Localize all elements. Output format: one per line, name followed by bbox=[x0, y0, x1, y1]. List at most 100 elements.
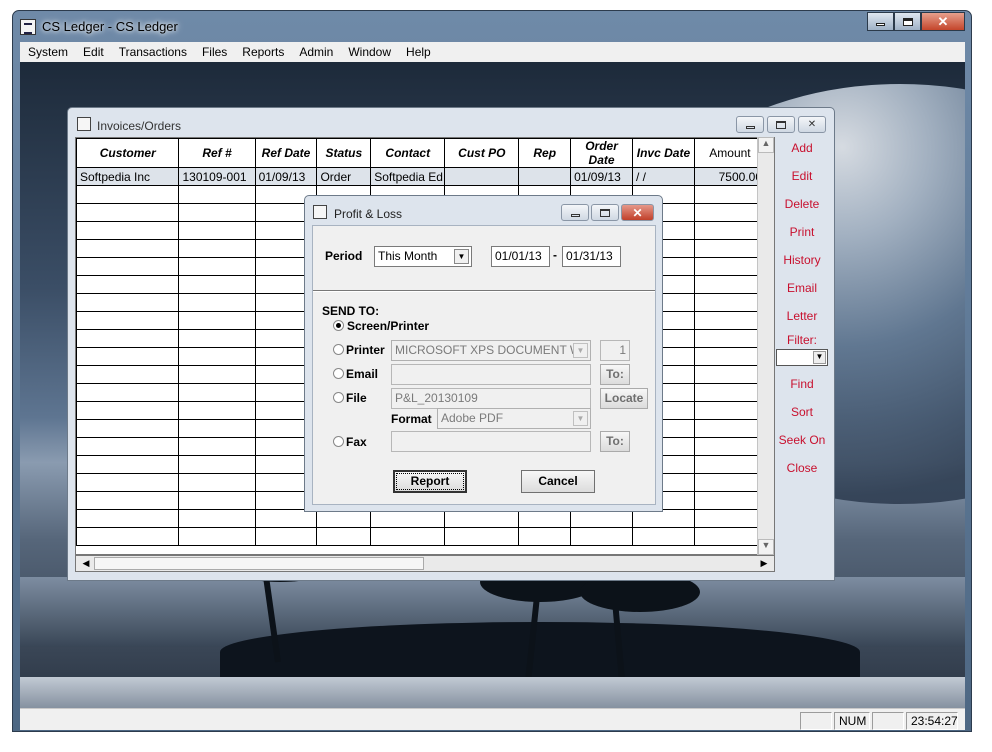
menu-window[interactable]: Window bbox=[340, 42, 398, 62]
menu-system[interactable]: System bbox=[20, 42, 75, 62]
table-cell bbox=[178, 347, 256, 366]
table-cell bbox=[518, 527, 572, 546]
column-header-invc-date[interactable]: Invc Date bbox=[632, 138, 695, 168]
seek-on-button[interactable]: Seek On bbox=[774, 433, 830, 447]
delete-button[interactable]: Delete bbox=[774, 197, 830, 211]
scroll-down-icon[interactable]: ▼ bbox=[758, 539, 774, 555]
filter-select[interactable]: ▼ bbox=[776, 349, 828, 366]
period-label: Period bbox=[325, 249, 363, 263]
table-cell bbox=[370, 509, 446, 528]
menu-files[interactable]: Files bbox=[194, 42, 234, 62]
dialog-titlebar[interactable]: Profit & Loss ✕ bbox=[305, 196, 662, 226]
table-cell bbox=[632, 527, 695, 546]
close-button[interactable]: ✕ bbox=[921, 12, 965, 31]
table-cell bbox=[76, 329, 180, 348]
table-row[interactable] bbox=[76, 509, 767, 528]
fax-to-button[interactable]: To: bbox=[600, 431, 630, 452]
email-input[interactable] bbox=[391, 364, 591, 385]
menu-transactions[interactable]: Transactions bbox=[111, 42, 194, 62]
history-button[interactable]: History bbox=[774, 253, 830, 267]
table-cell bbox=[76, 257, 180, 276]
table-cell bbox=[178, 239, 256, 258]
menu-edit[interactable]: Edit bbox=[75, 42, 111, 62]
column-header-rep[interactable]: Rep bbox=[518, 138, 572, 168]
menu-help[interactable]: Help bbox=[398, 42, 438, 62]
column-header-order-date[interactable]: Order Date bbox=[570, 138, 633, 168]
column-header-amount[interactable]: Amount bbox=[693, 138, 767, 168]
printer-radio[interactable] bbox=[333, 344, 344, 355]
period-select[interactable]: This Month ▼ bbox=[374, 246, 472, 267]
printer-select[interactable]: MICROSOFT XPS DOCUMENT W ▼ bbox=[391, 340, 591, 361]
find-button[interactable]: Find bbox=[774, 377, 830, 391]
dialog-minimize-button[interactable] bbox=[561, 204, 589, 221]
close-window-button[interactable]: Close bbox=[774, 461, 830, 475]
table-cell bbox=[76, 221, 180, 240]
copies-input[interactable]: 1 bbox=[600, 340, 630, 361]
invoices-maximize-button[interactable] bbox=[767, 116, 795, 133]
scroll-left-icon[interactable]: ◀ bbox=[78, 556, 94, 571]
file-radio[interactable] bbox=[333, 392, 344, 403]
date-from-input[interactable]: 01/01/13 bbox=[491, 246, 550, 267]
table-cell bbox=[76, 275, 180, 294]
fax-label: Fax bbox=[346, 435, 367, 449]
vertical-scrollbar[interactable]: ▲ ▼ bbox=[757, 137, 774, 555]
column-header-ref[interactable]: Ref # bbox=[178, 138, 256, 168]
maximize-icon bbox=[776, 120, 786, 129]
add-button[interactable]: Add bbox=[774, 141, 830, 155]
column-header-ref-date[interactable]: Ref Date bbox=[254, 138, 318, 168]
table-cell bbox=[693, 221, 767, 240]
date-to-input[interactable]: 01/31/13 bbox=[562, 246, 621, 267]
format-select[interactable]: Adobe PDF ▼ bbox=[437, 408, 591, 429]
table-row[interactable] bbox=[76, 527, 767, 546]
status-panel-empty bbox=[800, 712, 832, 730]
menu-admin[interactable]: Admin bbox=[291, 42, 340, 62]
edit-button[interactable]: Edit bbox=[774, 169, 830, 183]
dialog-maximize-button[interactable] bbox=[591, 204, 619, 221]
table-cell bbox=[178, 275, 256, 294]
table-cell bbox=[76, 293, 180, 312]
column-header-status[interactable]: Status bbox=[316, 138, 372, 168]
fax-input[interactable] bbox=[391, 431, 591, 452]
file-label: File bbox=[346, 391, 367, 405]
minimize-icon bbox=[745, 125, 755, 129]
table-cell bbox=[693, 473, 767, 492]
table-cell bbox=[316, 527, 372, 546]
cancel-button[interactable]: Cancel bbox=[521, 470, 595, 493]
scroll-thumb[interactable] bbox=[94, 557, 424, 570]
column-header-contact[interactable]: Contact bbox=[370, 138, 446, 168]
invoices-minimize-button[interactable] bbox=[736, 116, 764, 133]
scroll-up-icon[interactable]: ▲ bbox=[758, 137, 774, 153]
locate-button[interactable]: Locate bbox=[600, 388, 648, 409]
email-button[interactable]: Email bbox=[774, 281, 830, 295]
format-value: Adobe PDF bbox=[441, 411, 504, 425]
scroll-right-icon[interactable]: ▶ bbox=[756, 556, 772, 571]
minimize-icon bbox=[570, 213, 580, 217]
report-button[interactable]: Report bbox=[393, 470, 467, 493]
table-cell bbox=[76, 527, 180, 546]
fax-radio[interactable] bbox=[333, 436, 344, 447]
table-cell bbox=[570, 509, 633, 528]
print-button[interactable]: Print bbox=[774, 225, 830, 239]
main-titlebar[interactable]: CS Ledger - CS Ledger ✕ bbox=[13, 11, 971, 42]
column-header-customer[interactable]: Customer bbox=[76, 138, 180, 168]
invoices-titlebar[interactable]: Invoices/Orders ✕ bbox=[68, 108, 834, 138]
horizontal-scrollbar[interactable]: ◀ ▶ bbox=[75, 555, 775, 572]
screen-printer-radio[interactable] bbox=[333, 320, 344, 331]
minimize-button[interactable] bbox=[867, 12, 894, 31]
table-cell bbox=[178, 185, 256, 204]
email-to-button[interactable]: To: bbox=[600, 364, 630, 385]
menu-reports[interactable]: Reports bbox=[234, 42, 291, 62]
column-header-cust-po[interactable]: Cust PO bbox=[444, 138, 520, 168]
dialog-close-button[interactable]: ✕ bbox=[621, 204, 654, 221]
table-cell bbox=[76, 473, 180, 492]
table-cell bbox=[76, 203, 180, 222]
file-name-input[interactable]: P&L_20130109 bbox=[391, 388, 591, 409]
maximize-button[interactable] bbox=[894, 12, 921, 31]
email-radio[interactable] bbox=[333, 368, 344, 379]
table-cell bbox=[178, 455, 256, 474]
table-row[interactable]: Softpedia Inc 130109-001 01/09/13 Order … bbox=[76, 167, 767, 186]
dialog-icon bbox=[313, 205, 327, 219]
letter-button[interactable]: Letter bbox=[774, 309, 830, 323]
invoices-close-button[interactable]: ✕ bbox=[798, 116, 826, 133]
sort-button[interactable]: Sort bbox=[774, 405, 830, 419]
